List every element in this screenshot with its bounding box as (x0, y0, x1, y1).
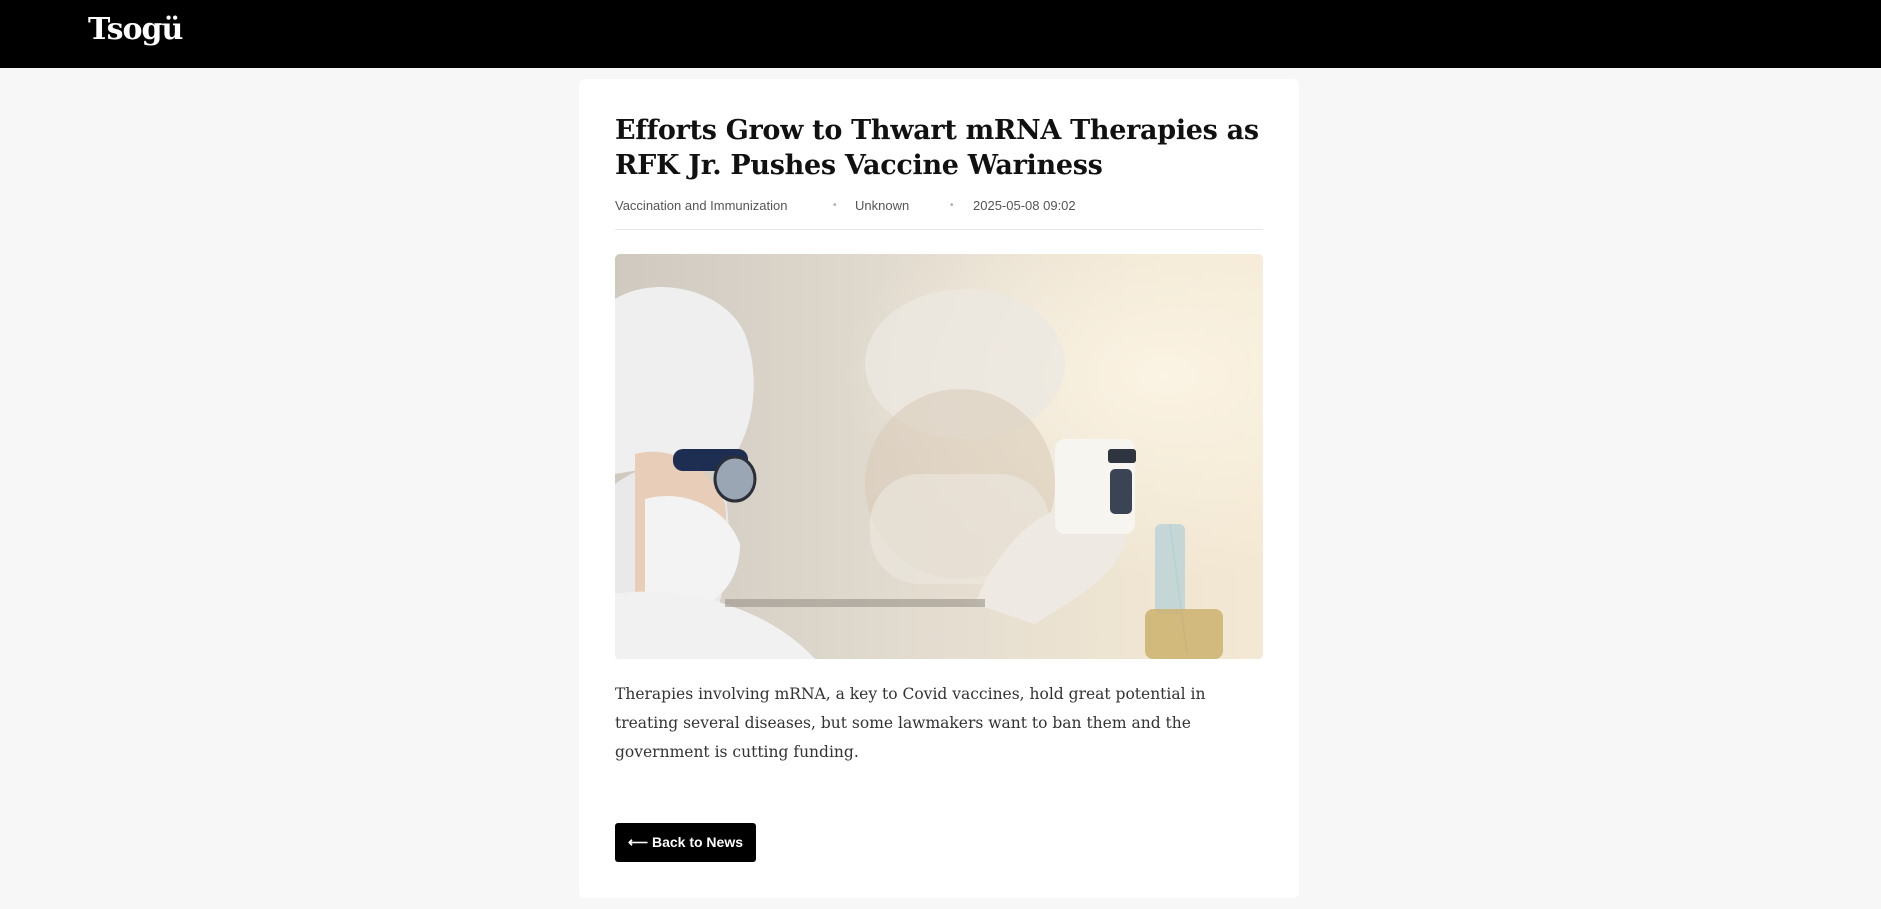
article-meta: Vaccination and Immunization • Unknown •… (615, 197, 1263, 215)
top-navigation-bar: Tsogü (0, 0, 1881, 68)
article-title: Efforts Grow to Thwart mRNA Therapies as… (615, 115, 1259, 181)
meta-divider (615, 229, 1263, 230)
article-summary: Therapies involving mRNA, a key to Covid… (615, 685, 1206, 761)
back-to-news-button[interactable]: ⟵ Back to News (615, 823, 756, 862)
article-author: Unknown (855, 198, 910, 213)
meta-separator: • (833, 200, 837, 211)
meta-separator: • (950, 200, 954, 211)
lab-scientist-photo (615, 254, 1263, 659)
article-date: 2025-05-08 09:02 (973, 198, 1076, 213)
article-card: Efforts Grow to Thwart mRNA Therapies as… (579, 79, 1299, 898)
site-logo[interactable]: Tsogü (88, 10, 183, 50)
article-hero-image (615, 254, 1263, 659)
article-category: Vaccination and Immunization (615, 198, 788, 213)
